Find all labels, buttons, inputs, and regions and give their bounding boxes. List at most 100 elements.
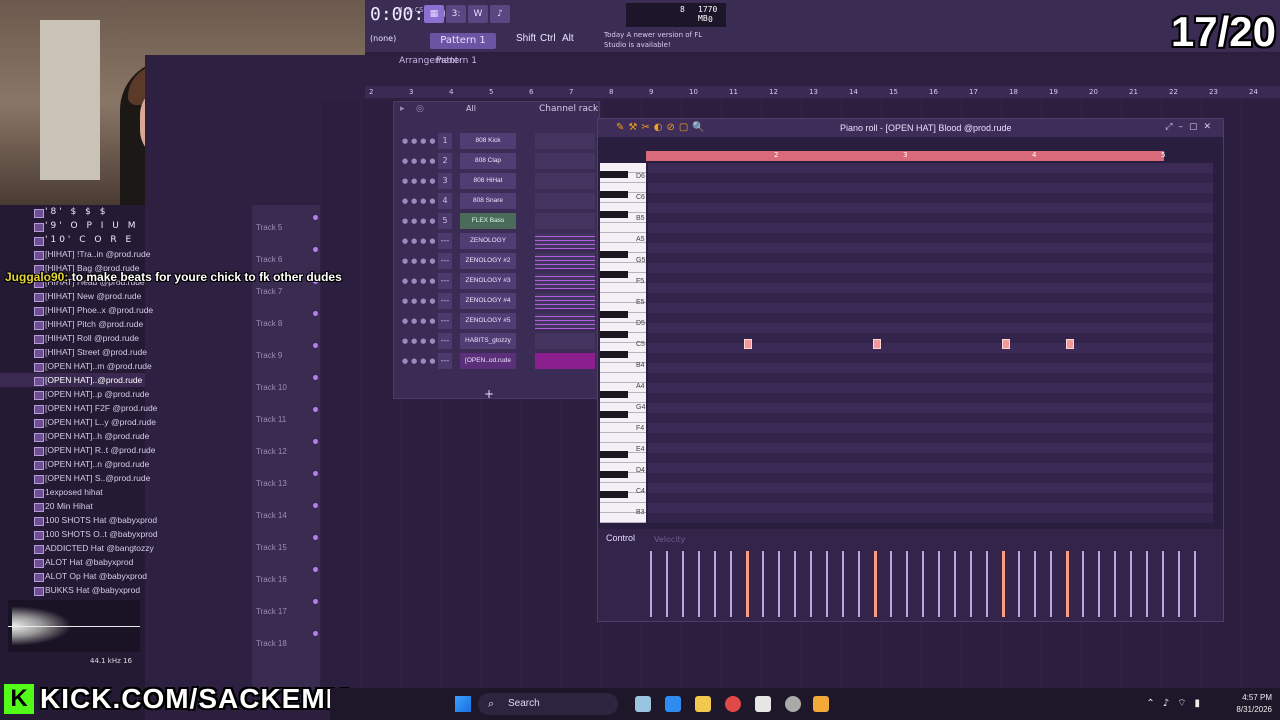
velocity-bar[interactable] (746, 551, 749, 617)
channel-name-button[interactable]: ZENOLOGY #5 (460, 313, 516, 329)
channel-name-button[interactable]: [OPEN..od.rude (460, 353, 516, 369)
velocity-bar[interactable] (794, 551, 796, 617)
velocity-bar[interactable] (1194, 551, 1196, 617)
black-key[interactable] (600, 191, 628, 198)
browser-item[interactable]: [OPEN HAT] R..t @prod.rude (0, 443, 156, 457)
velocity-label[interactable]: Velocity (654, 535, 685, 544)
tempo-button[interactable]: 3: (446, 5, 466, 23)
channel-row[interactable]: ●●●● 4 808 Snare (394, 192, 599, 210)
track-header[interactable]: Track 6 (252, 237, 320, 269)
taskbar-search[interactable]: ⌕ Search (478, 693, 618, 715)
news-panel[interactable]: Today A newer version of FL Studio is av… (604, 30, 704, 50)
velocity-bar[interactable] (762, 551, 764, 617)
velocity-bar[interactable] (778, 551, 780, 617)
rack-swing-icon[interactable]: ◎ (416, 104, 424, 114)
channel-name-button[interactable]: ZENOLOGY #3 (460, 273, 516, 289)
channel-row[interactable]: ●●●● 3 808 HiHat (394, 172, 599, 190)
channel-mixer-track[interactable]: 4 (438, 193, 452, 209)
black-key[interactable] (600, 211, 628, 218)
black-key[interactable] (600, 271, 628, 278)
alt-key-button[interactable]: Alt (562, 33, 574, 44)
channel-mixer-track[interactable]: 5 (438, 213, 452, 229)
browser-item[interactable]: [HIHAT] Phoe..x @prod.rude (0, 303, 153, 317)
velocity-bar[interactable] (906, 551, 908, 617)
fl-studio-icon[interactable] (813, 696, 829, 712)
channel-controls-icon[interactable]: ●●●● (402, 317, 438, 325)
velocity-bar[interactable] (682, 551, 684, 617)
track-header[interactable]: Track 15 (252, 525, 320, 557)
windows-start-icon[interactable] (455, 696, 471, 712)
wait-button[interactable]: W (468, 5, 488, 23)
system-tray-icon[interactable]: ⌃♪⌔▮ (1146, 697, 1208, 710)
velocity-bar[interactable] (1082, 551, 1084, 617)
track-header[interactable]: Track 17 (252, 589, 320, 621)
velocity-bar[interactable] (970, 551, 972, 617)
file-explorer-icon[interactable] (635, 696, 651, 712)
channel-controls-icon[interactable]: ●●●● (402, 157, 438, 165)
browser-item[interactable]: ADDICTED Hat @bangtozzy (0, 541, 154, 555)
track-header[interactable]: Track 9 (252, 333, 320, 365)
velocity-bar[interactable] (1130, 551, 1132, 617)
rack-menu-icon[interactable]: ▸ (400, 104, 405, 114)
browser-item[interactable]: [HIHAT] Pitch @prod.rude (0, 317, 145, 331)
browser-item[interactable]: [OPEN HAT]..h @prod.rude (0, 429, 149, 443)
channel-step-sequencer[interactable] (535, 353, 595, 369)
browser-item[interactable]: 1exposed hihat (0, 485, 145, 499)
note-block[interactable] (873, 339, 881, 349)
channel-mixer-track[interactable]: 2 (438, 153, 452, 169)
channel-name-button[interactable]: 808 Snare (460, 193, 516, 209)
black-key[interactable] (600, 391, 628, 398)
velocity-bar[interactable] (922, 551, 924, 617)
browser-item[interactable]: [OPEN HAT] F2F @prod.rude (0, 401, 157, 415)
pattern-mode-button[interactable]: ▦ (424, 5, 444, 23)
channel-step-sequencer[interactable] (535, 233, 595, 249)
channel-name-button[interactable]: ZENOLOGY #4 (460, 293, 516, 309)
channel-mixer-track[interactable]: --- (438, 333, 452, 349)
track-header[interactable]: Track 13 (252, 461, 320, 493)
velocity-bar[interactable] (730, 551, 732, 617)
browser-item[interactable]: 100 SHOTS O..t @babyxprod (0, 527, 158, 541)
channel-mixer-track[interactable]: --- (438, 353, 452, 369)
browser-item[interactable]: 20 Min Hihat (0, 499, 145, 513)
channel-step-sequencer[interactable] (535, 273, 595, 289)
browser-item[interactable]: '8' $ $ $ (0, 205, 145, 219)
channel-mixer-track[interactable]: --- (438, 293, 452, 309)
black-key[interactable] (600, 471, 628, 478)
browser-item[interactable]: [OPEN HAT]..p @prod.rude (0, 387, 149, 401)
black-key[interactable] (600, 411, 628, 418)
channel-controls-icon[interactable]: ●●●● (402, 337, 438, 345)
velocity-bar[interactable] (1178, 551, 1180, 617)
note-block[interactable] (744, 339, 752, 349)
browser-item[interactable]: ALOT Op Hat @babyxprod (0, 569, 147, 583)
channel-mixer-track[interactable]: 1 (438, 133, 452, 149)
velocity-bar[interactable] (858, 551, 860, 617)
browser-item[interactable]: [HIHAT] !Tra..in @prod.rude (0, 247, 150, 261)
channel-step-sequencer[interactable] (535, 133, 595, 149)
event-control-lane[interactable]: Control Velocity (598, 529, 1223, 621)
channel-mixer-track[interactable]: --- (438, 313, 452, 329)
channel-step-sequencer[interactable] (535, 313, 595, 329)
velocity-bar[interactable] (874, 551, 877, 617)
browser-item[interactable]: [OPEN HAT]..m @prod.rude (0, 359, 152, 373)
velocity-bar[interactable] (826, 551, 828, 617)
rack-filter[interactable]: All (466, 104, 476, 113)
browser-item[interactable]: '9' O P I U M (0, 219, 145, 233)
channel-name-button[interactable]: ZENOLOGY #2 (460, 253, 516, 269)
track-header[interactable]: Track 10 (252, 365, 320, 397)
note-block[interactable] (1066, 339, 1074, 349)
browser-item[interactable]: [OPEN HAT]..@prod.rude (0, 373, 145, 387)
velocity-bar[interactable] (986, 551, 988, 617)
track-header[interactable]: Track 16 (252, 557, 320, 589)
velocity-bar[interactable] (890, 551, 892, 617)
track-header[interactable]: Track 18 (252, 621, 320, 653)
piano-roll-grid[interactable] (648, 163, 1213, 523)
channel-row[interactable]: ●●●● --- ZENOLOGY #3 (394, 272, 599, 290)
pattern-selector[interactable]: Pattern 1 (430, 33, 496, 49)
channel-controls-icon[interactable]: ●●●● (402, 297, 438, 305)
shift-key-button[interactable]: Shift (516, 33, 536, 44)
channel-controls-icon[interactable]: ●●●● (402, 197, 438, 205)
folder-icon[interactable] (695, 696, 711, 712)
black-key[interactable] (600, 331, 628, 338)
velocity-bar[interactable] (1018, 551, 1020, 617)
ctrl-key-button[interactable]: Ctrl (540, 33, 556, 44)
